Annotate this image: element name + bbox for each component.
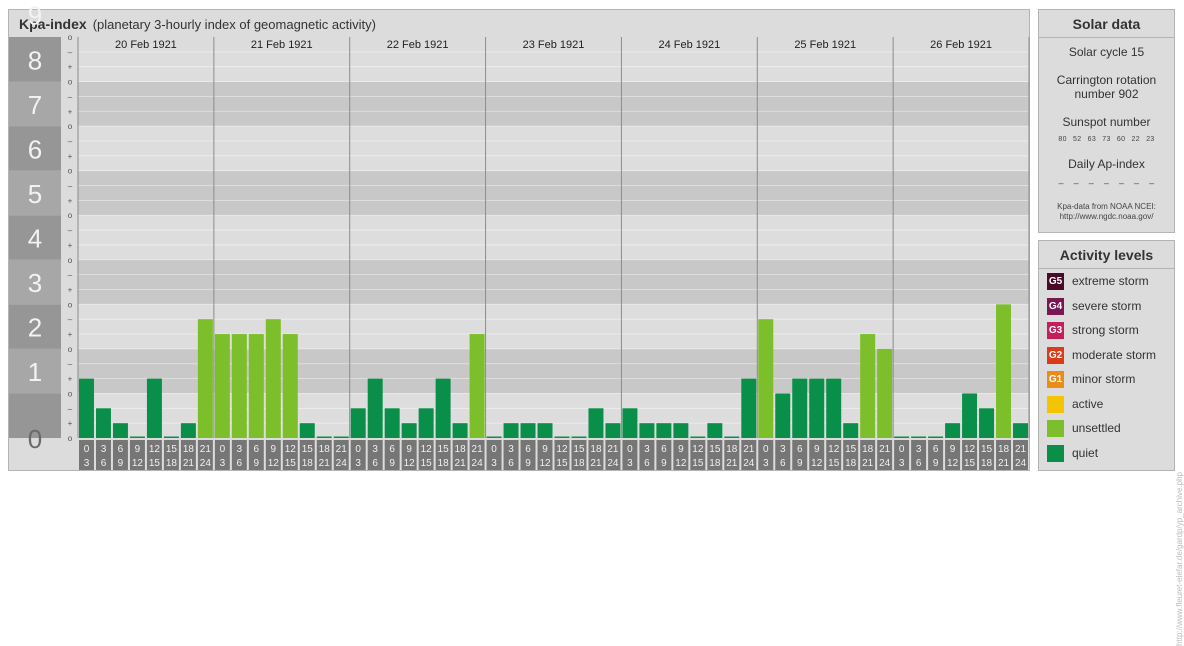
activity-levels-panel: Activity levels G5 extreme storm G4 severe … [1038, 240, 1175, 471]
solar-data-panel: Solar data Solar cycle 15 Carrington rot… [1038, 9, 1175, 233]
credit-line-2: http://www.ngdc.noaa.gov/ [1059, 212, 1154, 221]
activity-level-swatch [1047, 420, 1064, 437]
activity-level-strong-storm: G3 strong storm [1039, 318, 1174, 343]
activity-level-active: active [1039, 392, 1174, 417]
chart-title: Kpa-index (planetary 3-hourly index of ge… [19, 16, 376, 32]
activity-level-swatch: G4 [1047, 297, 1064, 315]
activity-level-moderate-storm: G2 moderate storm [1039, 343, 1174, 368]
watermark-text: http://www.fleuret-elefar.de/gardp/yp_ar… [1175, 472, 1184, 646]
activity-level-label: strong storm [1072, 323, 1139, 337]
activity-level-label: active [1072, 396, 1104, 411]
activity-levels-list: G5 extreme storm G4 severe storm G3 strong st… [1039, 269, 1174, 465]
chart-title-main: Kpa-index [19, 16, 87, 32]
data-credit: Kpa-data from NOAA NCEI: http://www.ngdc… [1039, 202, 1174, 222]
activity-level-swatch: G3 [1047, 322, 1064, 339]
activity-levels-heading: Activity levels [1059, 247, 1154, 263]
solar-divider [1039, 37, 1174, 38]
activity-level-label: minor storm [1072, 372, 1136, 386]
activity-level-label: unsettled [1072, 421, 1121, 435]
solar-data-heading: Solar data [1072, 16, 1141, 32]
activity-level-swatch [1047, 395, 1064, 413]
activity-level-extreme-storm: G5 extreme storm [1039, 269, 1174, 294]
kpa-chart-panel: Kpa-index (planetary 3-hourly index of ge… [8, 9, 1030, 471]
activity-level-swatch: G1 [1047, 371, 1064, 388]
activity-level-label: extreme storm [1072, 274, 1149, 288]
ap-index-label: Daily Ap-index [1068, 157, 1145, 171]
activity-level-swatch [1047, 444, 1064, 462]
activity-level-swatch: G2 [1047, 346, 1064, 364]
watermark: http://www.fleuret-elefar.de/gardp/yp_ar… [1175, 240, 1184, 646]
solar-cycle: Solar cycle 15 [1068, 45, 1145, 59]
sunspot-label: Sunspot number [1062, 115, 1151, 129]
chart-subtitle: (planetary 3-hourly index of geomagnetic… [92, 17, 376, 32]
activity-level-label: severe storm [1072, 298, 1142, 313]
ap-index-values: – – – – – – – [1058, 178, 1155, 188]
credit-line-1: Kpa-data from NOAA NCEI: [1057, 202, 1156, 211]
carrington-rotation: Carrington rotation number 902 [1056, 73, 1157, 101]
activity-level-minor-storm: G1 minor storm [1039, 367, 1174, 392]
activity-level-quiet: quiet [1039, 441, 1174, 466]
activity-level-unsettled: unsettled [1039, 416, 1174, 441]
activity-level-severe-storm: G4 severe storm [1039, 294, 1174, 319]
activity-level-swatch: G5 [1047, 273, 1064, 290]
activity-level-label: quiet [1072, 445, 1099, 460]
sunspot-values: 80 52 63 73 60 22 23 [1058, 136, 1155, 143]
activity-level-label: moderate storm [1072, 347, 1157, 362]
